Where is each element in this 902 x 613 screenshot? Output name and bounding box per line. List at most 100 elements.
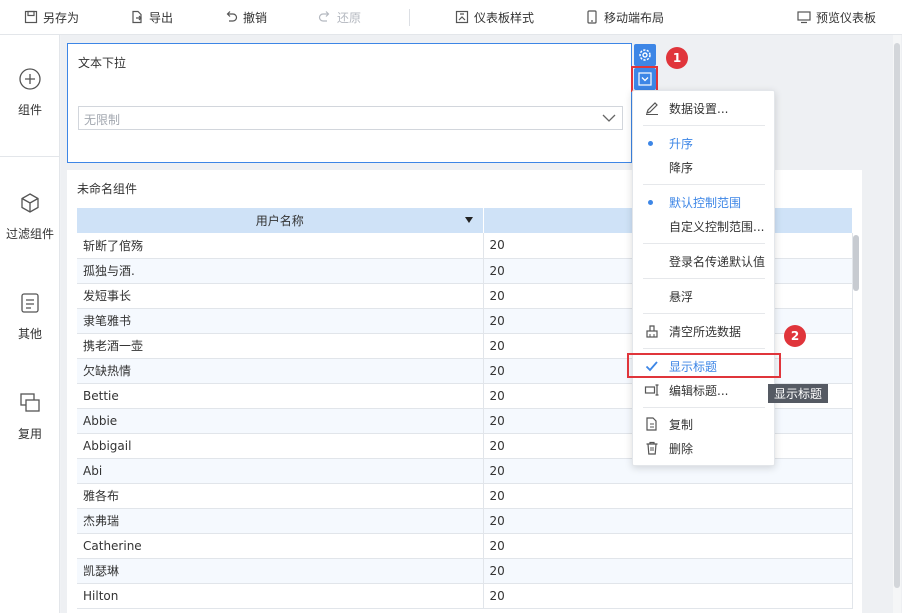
pencil-icon <box>646 102 658 115</box>
undo-label: 撤销 <box>243 10 268 25</box>
menu-item-custom-range[interactable]: 自定义控制范围... <box>633 215 774 237</box>
mobile-layout-button[interactable]: 移动端布局 <box>585 0 664 34</box>
selected-dot-icon <box>648 200 653 205</box>
eraser-icon <box>646 325 658 338</box>
menu-item-delete[interactable]: 删除 <box>633 437 774 459</box>
trash-icon <box>646 441 658 455</box>
export-label: 导出 <box>149 10 174 25</box>
sidebar-item-filter[interactable]: 过滤组件 <box>0 191 60 242</box>
reuse-icon <box>20 393 40 412</box>
redo-icon <box>318 11 330 22</box>
cell-username: 欠缺热情 <box>77 358 484 384</box>
cell-username: 隶笔雅书 <box>77 308 484 334</box>
menu-item-edit-title[interactable]: 编辑标题... <box>633 379 774 401</box>
menu-item-ascending[interactable]: 升序 <box>633 132 774 154</box>
menu-divider <box>643 184 765 185</box>
monitor-icon <box>797 11 811 24</box>
cell-username: 携老酒一壶 <box>77 333 484 359</box>
undo-button[interactable]: 撤销 <box>224 0 267 34</box>
cell-value: 20 <box>483 583 853 609</box>
chevron-down-icon <box>602 114 616 122</box>
widget-settings-button[interactable] <box>634 44 656 66</box>
menu-divider <box>643 278 765 279</box>
toolbar-divider <box>409 9 410 26</box>
plus-circle-icon <box>19 68 41 90</box>
canvas-scrollbar[interactable] <box>893 35 901 613</box>
cell-username: Abi <box>77 458 484 484</box>
menu-item-data-settings[interactable]: 数据设置... <box>633 97 774 119</box>
cell-username: Abbigail <box>77 433 484 459</box>
dashboard-style-label: 仪表板样式 <box>474 10 535 25</box>
canvas-scrollbar-thumb[interactable] <box>894 43 900 588</box>
highlight-box-show-title <box>627 353 781 378</box>
filter-dropdown-select[interactable]: 无限制 <box>78 106 623 130</box>
cell-username: 斩断了倌殇 <box>77 233 484 259</box>
cell-username: Catherine <box>77 533 484 559</box>
style-icon <box>455 10 469 24</box>
cell-value: 20 <box>483 533 853 559</box>
cell-value: 20 <box>483 558 853 584</box>
dashboard-style-button[interactable]: 仪表板样式 <box>455 0 534 34</box>
menu-item-label: 登录名传递默认值 <box>669 254 766 269</box>
menu-item-label: 默认控制范围 <box>669 195 742 210</box>
menu-item-label: 自定义控制范围... <box>669 219 765 234</box>
export-icon <box>132 10 142 24</box>
save-icon <box>24 10 38 24</box>
table-row[interactable]: 杰弗瑞 20 <box>77 508 853 534</box>
menu-divider <box>643 348 765 349</box>
toolbar: 另存为 导出 撤销 还原 仪表板样式 移动端布局 预览仪表板 <box>0 0 902 35</box>
menu-item-label: 编辑标题... <box>669 383 729 398</box>
table-widget-title: 未命名组件 <box>77 182 138 196</box>
table-row[interactable]: Catherine 20 <box>77 533 853 559</box>
save-as-button[interactable]: 另存为 <box>24 0 79 34</box>
cell-username: 凯瑟琳 <box>77 558 484 584</box>
menu-item-label: 复制 <box>669 417 694 432</box>
menu-item-descending[interactable]: 降序 <box>633 156 774 178</box>
column-header-label: 用户名称 <box>255 214 304 228</box>
menu-item-label: 升序 <box>669 136 694 151</box>
table-scrollbar[interactable] <box>853 235 859 291</box>
export-button[interactable]: 导出 <box>130 0 173 34</box>
menu-item-label: 降序 <box>669 160 694 175</box>
table-row[interactable]: Hilton 20 <box>77 583 853 609</box>
column-header-username[interactable]: 用户名称 <box>77 208 484 233</box>
menu-item-float[interactable]: 悬浮 <box>633 285 774 307</box>
preview-button[interactable]: 预览仪表板 <box>797 0 876 34</box>
cell-username: 雅各布 <box>77 483 484 509</box>
menu-divider <box>643 125 765 126</box>
menu-item-label: 删除 <box>669 441 694 456</box>
cell-value: 20 <box>483 483 853 509</box>
cell-username: 杰弗瑞 <box>77 508 484 534</box>
save-as-label: 另存为 <box>43 10 80 25</box>
sidebar-divider <box>0 156 60 157</box>
table-row[interactable]: 凯瑟琳 20 <box>77 558 853 584</box>
preview-label: 预览仪表板 <box>816 10 877 25</box>
table-row[interactable]: 雅各布 20 <box>77 483 853 509</box>
sidebar-item-other[interactable]: 其他 <box>0 291 60 342</box>
menu-item-login-default[interactable]: 登录名传递默认值 <box>633 250 774 272</box>
menu-item-copy[interactable]: 复制 <box>633 413 774 435</box>
selected-dot-icon <box>648 141 653 146</box>
sidebar-item-label: 复用 <box>17 427 42 441</box>
menu-item-default-range[interactable]: 默认控制范围 <box>633 191 774 213</box>
sidebar-item-label: 过滤组件 <box>5 227 54 241</box>
sort-arrow-icon[interactable] <box>464 217 473 223</box>
mobile-icon <box>587 10 597 24</box>
redo-button[interactable]: 还原 <box>318 0 361 34</box>
copy-icon <box>646 417 657 431</box>
widget-context-menu: 数据设置... 升序 降序 默认控制范围 自定义控制范围... 登录名传递默认值… <box>632 90 775 466</box>
sidebar-item-reuse[interactable]: 复用 <box>0 391 60 442</box>
redo-label: 还原 <box>337 10 362 25</box>
filter-dropdown-placeholder: 无限制 <box>84 113 121 127</box>
menu-item-label: 清空所选数据 <box>669 324 742 339</box>
text-dropdown-widget[interactable]: 文本下拉 无限制 <box>67 43 632 163</box>
gear-icon <box>639 49 651 61</box>
cell-value: 20 <box>483 508 853 534</box>
mobile-layout-label: 移动端布局 <box>604 10 665 25</box>
sidebar-item-label: 组件 <box>17 103 42 117</box>
cell-username: 孤独与酒. <box>77 258 484 284</box>
cell-username: Abbie <box>77 408 484 434</box>
show-title-tooltip: 显示标题 <box>768 384 828 403</box>
menu-item-clear-selection[interactable]: 清空所选数据 <box>633 320 774 342</box>
sidebar-item-components[interactable]: 组件 <box>0 67 60 118</box>
